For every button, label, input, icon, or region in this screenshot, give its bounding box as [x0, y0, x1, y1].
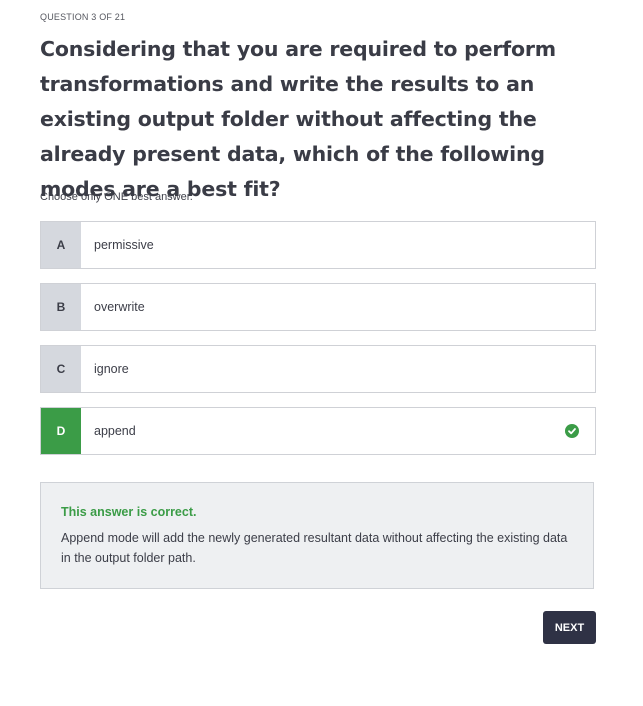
next-button[interactable]: NEXT — [543, 611, 596, 644]
option-letter: C — [41, 346, 81, 392]
checkmark-icon — [565, 424, 579, 438]
option-letter: A — [41, 222, 81, 268]
option-label: append — [94, 424, 136, 438]
option-label: permissive — [94, 238, 154, 252]
option-letter: D — [41, 408, 81, 454]
feedback-explanation: Append mode will add the newly generated… — [61, 531, 568, 565]
feedback-title: This answer is correct. — [61, 505, 197, 519]
question-text: Considering that you are required to per… — [40, 37, 556, 201]
option-c[interactable]: C ignore — [40, 345, 596, 393]
question-counter: QUESTION 3 OF 21 — [40, 12, 126, 22]
option-letter: B — [41, 284, 81, 330]
option-b[interactable]: B overwrite — [40, 283, 596, 331]
option-label: overwrite — [94, 300, 145, 314]
option-label: ignore — [94, 362, 129, 376]
option-d[interactable]: D append — [40, 407, 596, 455]
answer-instruction: Choose only ONE best answer. — [40, 191, 193, 203]
option-a[interactable]: A permissive — [40, 221, 596, 269]
answer-feedback-panel: This answer is correct. Append mode will… — [40, 482, 594, 589]
checkmark-glyph — [568, 428, 576, 435]
